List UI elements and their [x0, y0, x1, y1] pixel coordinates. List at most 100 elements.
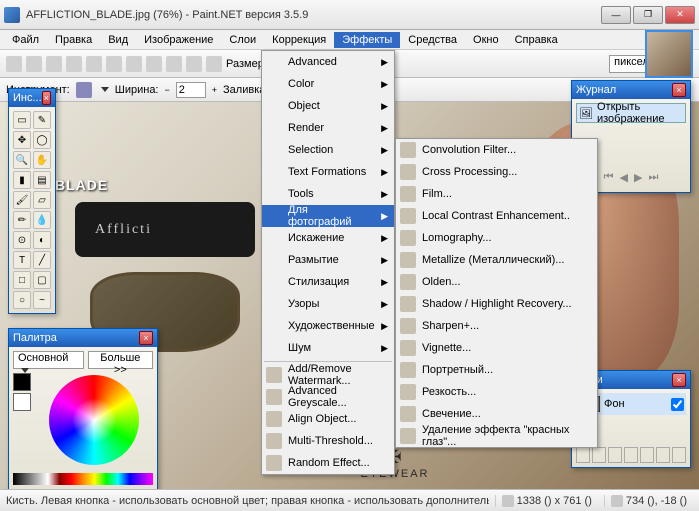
crop-icon[interactable] — [146, 56, 162, 72]
photo-film[interactable]: Film... — [396, 183, 597, 205]
photo-sharpen[interactable]: Резкость... — [396, 381, 597, 403]
effects-photo[interactable]: Для фотографий▶ — [262, 205, 394, 227]
undo-icon[interactable] — [186, 56, 202, 72]
maximize-button[interactable]: ❐ — [633, 6, 663, 24]
tool-eraser[interactable]: ▱ — [33, 191, 51, 209]
photo-olden[interactable]: Olden... — [396, 271, 597, 293]
menu-image[interactable]: Изображение — [136, 32, 221, 48]
new-icon[interactable] — [6, 56, 22, 72]
photo-metallize[interactable]: Metallize (Металлический)... — [396, 249, 597, 271]
photo-convolution[interactable]: Convolution Filter... — [396, 139, 597, 161]
close-button[interactable]: ✕ — [665, 6, 695, 24]
layer-delete-icon[interactable] — [592, 447, 606, 463]
effects-stylize[interactable]: Стилизация▶ — [262, 271, 394, 293]
photo-glow[interactable]: Свечение... — [396, 403, 597, 425]
color-mode-select[interactable]: Основной — [13, 351, 84, 369]
history-next-icon[interactable]: ▶ — [634, 171, 642, 184]
minimize-button[interactable]: — — [601, 6, 631, 24]
tool-text[interactable]: T — [13, 251, 31, 269]
tool-ellipse-select[interactable]: ◯ — [33, 131, 51, 149]
more-colors-button[interactable]: Больше >> — [88, 351, 153, 369]
palette-close-icon[interactable]: × — [139, 331, 153, 345]
photo-local-contrast[interactable]: Local Contrast Enhancement.. — [396, 205, 597, 227]
menu-tools[interactable]: Средства — [400, 32, 465, 48]
history-first-icon[interactable]: ⏮ — [604, 171, 614, 184]
effects-patterns[interactable]: Узоры▶ — [262, 293, 394, 315]
tool-zoom[interactable]: 🔍 — [13, 151, 31, 169]
history-item-open[interactable]: 🖼 Открыть изображение — [576, 103, 686, 123]
effects-render[interactable]: Render▶ — [262, 117, 394, 139]
tool-move[interactable]: ✥ — [13, 131, 31, 149]
menu-adjust[interactable]: Коррекция — [264, 32, 334, 48]
redo-icon[interactable] — [206, 56, 222, 72]
menu-edit[interactable]: Правка — [47, 32, 100, 48]
effects-greyscale[interactable]: Advanced Greyscale... — [262, 386, 394, 408]
tool-brush[interactable]: 🖌 — [13, 191, 31, 209]
layer-merge-icon[interactable] — [624, 447, 638, 463]
menu-layers[interactable]: Слои — [221, 32, 264, 48]
tool-fill[interactable]: ▮ — [13, 171, 31, 189]
cut-icon[interactable] — [86, 56, 102, 72]
effects-text-formations[interactable]: Text Formations▶ — [262, 161, 394, 183]
print-icon[interactable] — [66, 56, 82, 72]
tools-close-icon[interactable]: × — [42, 91, 51, 105]
photo-portrait[interactable]: Портретный... — [396, 359, 597, 381]
tool-pencil[interactable]: ✏ — [13, 211, 31, 229]
photo-redeye[interactable]: Удаление эффекта "красных глаз"... — [396, 425, 597, 447]
layer-props-icon[interactable] — [672, 447, 686, 463]
brush-icon[interactable] — [76, 82, 92, 98]
layer-down-icon[interactable] — [656, 447, 670, 463]
effects-object[interactable]: Object▶ — [262, 95, 394, 117]
history-close-icon[interactable]: × — [672, 83, 686, 97]
tool-gradient[interactable]: ▤ — [33, 171, 51, 189]
effects-color[interactable]: Color▶ — [262, 73, 394, 95]
save-icon[interactable] — [46, 56, 62, 72]
tool-line[interactable]: ╱ — [33, 251, 51, 269]
layers-close-icon[interactable]: × — [672, 373, 686, 387]
open-icon[interactable] — [26, 56, 42, 72]
effects-advanced[interactable]: Advanced▶ — [262, 51, 394, 73]
layer-visible-checkbox[interactable] — [671, 398, 684, 411]
menu-view[interactable]: Вид — [100, 32, 136, 48]
menu-file[interactable]: Файл — [4, 32, 47, 48]
tool-freeform[interactable]: ~ — [33, 291, 51, 309]
tool-lasso[interactable]: ✎ — [33, 111, 51, 129]
effects-distort[interactable]: Искажение▶ — [262, 227, 394, 249]
tool-rect[interactable]: □ — [13, 271, 31, 289]
effects-multithreshold[interactable]: Multi-Threshold... — [262, 430, 394, 452]
tool-picker[interactable]: 💧 — [33, 211, 51, 229]
secondary-swatch[interactable] — [13, 393, 31, 411]
photo-lomography[interactable]: Lomography... — [396, 227, 597, 249]
history-last-icon[interactable]: ⏭ — [648, 171, 658, 184]
width-input[interactable] — [176, 82, 206, 98]
menu-help[interactable]: Справка — [507, 32, 566, 48]
effects-blur[interactable]: Размытие▶ — [262, 249, 394, 271]
effects-noise[interactable]: Шум▶ — [262, 337, 394, 359]
color-wheel[interactable] — [49, 375, 139, 465]
paste-icon[interactable] — [126, 56, 142, 72]
effects-align[interactable]: Align Object... — [262, 408, 394, 430]
effects-tools[interactable]: Tools▶ — [262, 183, 394, 205]
layer-up-icon[interactable] — [640, 447, 654, 463]
tool-pan[interactable]: ✋ — [33, 151, 51, 169]
history-prev-icon[interactable]: ◀ — [620, 171, 628, 184]
effects-watermark[interactable]: Add/Remove Watermark... — [262, 364, 394, 386]
copy-icon[interactable] — [106, 56, 122, 72]
palette-strip[interactable] — [13, 473, 153, 485]
layer-duplicate-icon[interactable] — [608, 447, 622, 463]
tool-clone[interactable]: ⊙ — [13, 231, 31, 249]
effects-selection[interactable]: Selection▶ — [262, 139, 394, 161]
deselect-icon[interactable] — [166, 56, 182, 72]
primary-swatch[interactable] — [13, 373, 31, 391]
tool-rect-select[interactable]: ▭ — [13, 111, 31, 129]
photo-vignette[interactable]: Vignette... — [396, 337, 597, 359]
tool-recolor[interactable]: ◐ — [33, 231, 51, 249]
photo-sharpen-plus[interactable]: Sharpen+... — [396, 315, 597, 337]
effects-random[interactable]: Random Effect... — [262, 452, 394, 474]
menu-window[interactable]: Окно — [465, 32, 507, 48]
photo-shadow-highlight[interactable]: Shadow / Highlight Recovery... — [396, 293, 597, 315]
tool-roundrect[interactable]: ▢ — [33, 271, 51, 289]
tool-ellipse[interactable]: ○ — [13, 291, 31, 309]
menu-effects[interactable]: Эффекты — [334, 32, 400, 48]
photo-cross-processing[interactable]: Cross Processing... — [396, 161, 597, 183]
